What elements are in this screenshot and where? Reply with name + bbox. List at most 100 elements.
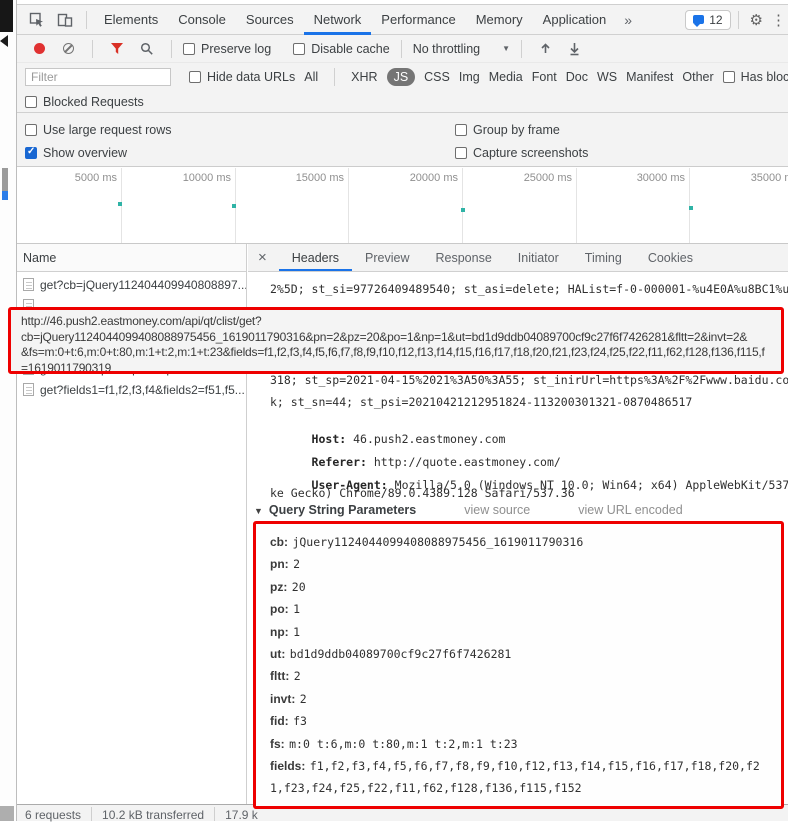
status-separator bbox=[214, 807, 216, 821]
request-row[interactable]: get?fields1=f1,f2,f3,f4&fields2=f51,f5..… bbox=[17, 379, 246, 400]
filter-type-media[interactable]: Media bbox=[489, 70, 523, 84]
checkbox-unchecked[interactable] bbox=[25, 124, 37, 136]
query-param-row: cb: jQuery1124044099408088975456_1619011… bbox=[270, 535, 584, 549]
detail-tab-initiator[interactable]: Initiator bbox=[505, 244, 572, 271]
page-scrollbar-thumb[interactable] bbox=[2, 168, 8, 191]
filter-type-css[interactable]: CSS bbox=[424, 70, 450, 84]
query-param-row: pn: 2 bbox=[270, 557, 301, 572]
tab-memory[interactable]: Memory bbox=[466, 4, 533, 35]
issues-badge[interactable]: 12 bbox=[685, 9, 731, 30]
tab-performance[interactable]: Performance bbox=[371, 4, 465, 35]
disable-cache-checkbox[interactable]: Disable cache bbox=[293, 42, 390, 56]
capture-screenshots-checkbox[interactable]: Capture screenshots bbox=[455, 146, 588, 160]
blocked-requests-row: Blocked Requests bbox=[17, 91, 788, 112]
issues-bubble-icon bbox=[693, 15, 705, 27]
user-agent-header-wrap: ke Gecko) Chrome/89.0.4389.128 Safari/53… bbox=[270, 486, 575, 500]
export-har-icon[interactable] bbox=[568, 42, 581, 56]
tab-console[interactable]: Console bbox=[168, 4, 236, 35]
view-url-encoded-link[interactable]: view URL encoded bbox=[578, 503, 682, 517]
gridline bbox=[576, 168, 577, 243]
close-icon[interactable]: × bbox=[248, 249, 279, 266]
page-blue-marker bbox=[2, 191, 8, 200]
network-overview-timeline[interactable]: 5000 ms 10000 ms 15000 ms 20000 ms 25000… bbox=[17, 168, 788, 244]
detail-tab-bar: × Headers Preview Response Initiator Tim… bbox=[248, 244, 788, 272]
record-button[interactable] bbox=[34, 43, 45, 54]
query-string-parameters-section: ▼ Query String Parameters view source vi… bbox=[254, 503, 788, 517]
query-param-row: fid: f3 bbox=[270, 714, 307, 729]
checkbox-unchecked[interactable] bbox=[189, 71, 201, 83]
tab-elements[interactable]: Elements bbox=[94, 4, 168, 35]
chevron-down-icon[interactable]: ▼ bbox=[254, 506, 263, 516]
view-source-link[interactable]: view source bbox=[464, 503, 530, 517]
tab-network[interactable]: Network bbox=[303, 4, 372, 35]
throttling-dropdown[interactable]: No throttling ▼ bbox=[413, 42, 510, 56]
preserve-log-checkbox[interactable]: Preserve log bbox=[183, 42, 271, 56]
query-param-row: pz: 20 bbox=[270, 579, 306, 594]
request-url-line: &fs=m:0+t:6,m:0+t:80,m:1+t:2,m:1+t:23&fi… bbox=[21, 345, 765, 359]
checkbox-unchecked[interactable] bbox=[25, 95, 37, 108]
toolbar-separator bbox=[521, 39, 523, 58]
toolbar-separator bbox=[334, 68, 336, 86]
detail-tab-headers[interactable]: Headers bbox=[278, 244, 353, 271]
import-har-icon[interactable] bbox=[539, 42, 552, 56]
request-url-line: =1619011790319 bbox=[21, 360, 112, 374]
hide-data-urls-checkbox[interactable]: Hide data URLs bbox=[189, 70, 295, 84]
page-dark-header bbox=[0, 0, 13, 32]
checkbox-unchecked[interactable] bbox=[455, 124, 467, 136]
network-options-band: Use large request rows Show overview Gro… bbox=[17, 112, 788, 167]
query-param-row: ut: bd1d9ddb04089700cf9c27f6f7426281 bbox=[270, 647, 512, 662]
request-dot bbox=[232, 204, 236, 208]
filter-type-js-selected[interactable]: JS bbox=[386, 68, 416, 86]
detail-tab-preview[interactable]: Preview bbox=[352, 244, 422, 271]
document-icon bbox=[23, 278, 34, 291]
filter-type-manifest[interactable]: Manifest bbox=[626, 70, 673, 84]
has-blocked-cookies-checkbox[interactable]: Has blocked cook bbox=[722, 70, 788, 84]
tab-application[interactable]: Application bbox=[533, 4, 617, 35]
device-toolbar-icon[interactable] bbox=[57, 12, 73, 28]
detail-tab-cookies[interactable]: Cookies bbox=[635, 244, 706, 271]
cookie-header-line: 2%5D; st_si=97726409489540; st_asi=delet… bbox=[270, 282, 788, 296]
toolbar-separator bbox=[737, 10, 739, 29]
query-param-row: po: 1 bbox=[270, 602, 301, 617]
filter-funnel-icon[interactable] bbox=[110, 42, 124, 55]
request-row[interactable]: get?cb=jQuery112404409940808897... bbox=[17, 274, 246, 295]
filter-type-other[interactable]: Other bbox=[682, 70, 713, 84]
use-large-rows-checkbox[interactable]: Use large request rows bbox=[25, 123, 172, 137]
tick-label: 5000 ms bbox=[74, 172, 117, 184]
checkbox-unchecked[interactable] bbox=[722, 71, 735, 83]
filter-type-doc[interactable]: Doc bbox=[566, 70, 588, 84]
show-overview-checkbox[interactable]: Show overview bbox=[25, 146, 127, 160]
transferred-size: 10.2 kB transferred bbox=[102, 808, 205, 822]
detail-tab-response[interactable]: Response bbox=[422, 244, 504, 271]
tab-sources[interactable]: Sources bbox=[236, 4, 304, 35]
settings-gear-icon[interactable]: ⚙ bbox=[750, 11, 763, 29]
network-control-bar: Preserve log Disable cache No throttling… bbox=[17, 35, 788, 63]
filter-type-ws[interactable]: WS bbox=[597, 70, 617, 84]
checkbox-unchecked[interactable] bbox=[455, 147, 467, 159]
more-tabs-chevron-icon[interactable]: » bbox=[616, 12, 640, 28]
clear-button[interactable] bbox=[63, 43, 74, 54]
tick-label: 25000 ms bbox=[523, 172, 572, 184]
gridline bbox=[462, 168, 463, 243]
menu-dots-icon[interactable]: ⋮ bbox=[771, 11, 786, 29]
filter-type-font[interactable]: Font bbox=[532, 70, 557, 84]
filter-type-img[interactable]: Img bbox=[459, 70, 480, 84]
query-string-parameters-title: Query String Parameters bbox=[268, 503, 417, 517]
filter-type-all[interactable]: All bbox=[304, 70, 318, 84]
search-icon[interactable] bbox=[140, 42, 154, 56]
filter-input[interactable] bbox=[25, 68, 171, 86]
detail-tab-timing[interactable]: Timing bbox=[572, 244, 635, 271]
filter-type-xhr[interactable]: XHR bbox=[351, 70, 377, 84]
query-param-row: fields: f1,f2,f3,f4,f5,f6,f7,f8,f9,f10,f… bbox=[270, 759, 760, 796]
blocked-requests-checkbox[interactable]: Blocked Requests bbox=[25, 95, 144, 109]
checkbox-unchecked[interactable] bbox=[293, 42, 306, 55]
network-filter-bar: Hide data URLs All XHR JS CSS Img Media … bbox=[17, 63, 788, 91]
inspect-element-icon[interactable] bbox=[29, 12, 45, 28]
request-dot bbox=[461, 208, 465, 212]
query-param-row: fs: m:0 t:6,m:0 t:80,m:1 t:2,m:1 t:23 bbox=[270, 736, 518, 751]
name-column-header[interactable]: Name bbox=[17, 244, 246, 272]
checkbox-unchecked[interactable] bbox=[183, 42, 195, 55]
params-annotation-box: cb: jQuery1124044099408088975456_1619011… bbox=[253, 521, 784, 809]
checkbox-checked[interactable] bbox=[25, 146, 37, 159]
group-by-frame-checkbox[interactable]: Group by frame bbox=[455, 123, 560, 137]
